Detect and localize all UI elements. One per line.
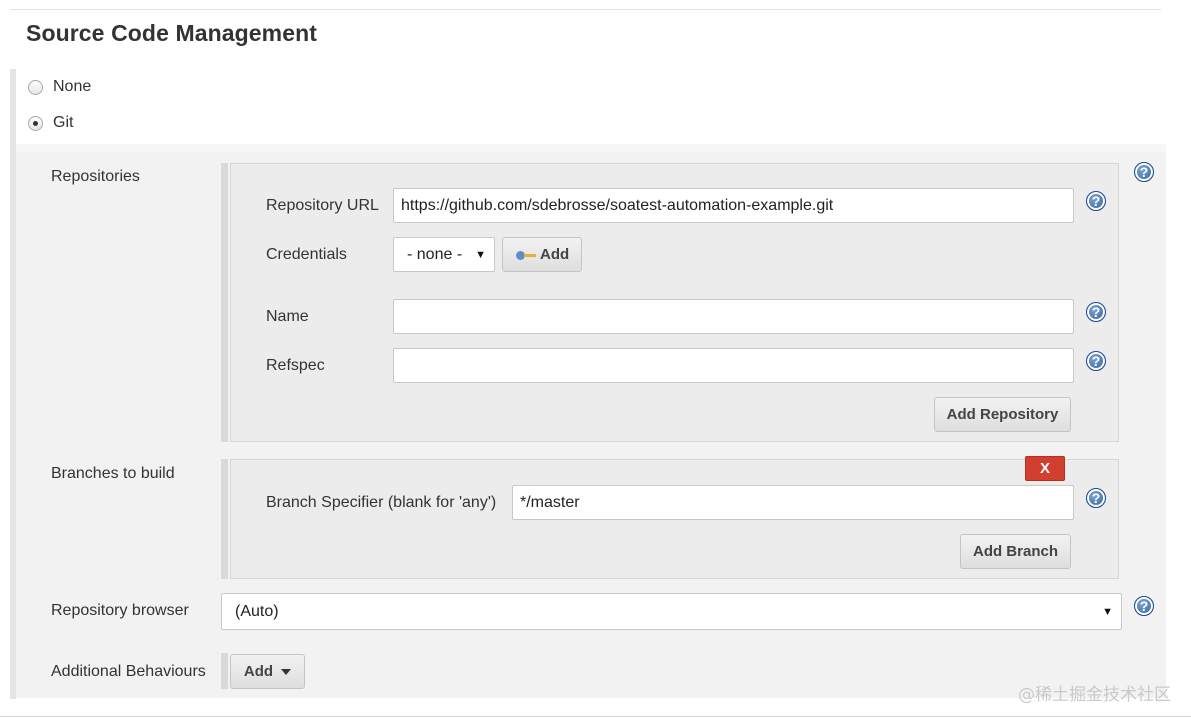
repositories-bar — [221, 163, 228, 442]
repository-browser-help-icon[interactable]: ? — [1134, 596, 1154, 616]
additional-behaviours-add-button[interactable]: Add — [230, 654, 305, 689]
key-icon — [516, 248, 538, 262]
branch-specifier-input[interactable]: */master — [512, 485, 1074, 520]
repositories-label: Repositories — [51, 168, 140, 185]
name-input[interactable] — [393, 299, 1074, 334]
add-repository-button[interactable]: Add Repository — [934, 397, 1071, 432]
repository-url-help-icon[interactable]: ? — [1086, 191, 1106, 211]
radio-none-label: None — [53, 78, 92, 95]
branches-bar — [221, 459, 228, 579]
branches-label: Branches to build — [51, 465, 175, 482]
branch-specifier-label: Branch Specifier (blank for 'any') — [266, 494, 497, 511]
git-panel-top — [16, 144, 1166, 152]
repository-url-label: Repository URL — [266, 197, 379, 214]
repository-browser-value: (Auto) — [235, 602, 279, 620]
credentials-select[interactable]: - none - ▼ — [393, 237, 495, 272]
bottom-divider — [0, 716, 1191, 717]
credentials-add-label: Add — [540, 246, 570, 263]
add-branch-button[interactable]: Add Branch — [960, 534, 1071, 569]
refspec-help-icon[interactable]: ? — [1086, 351, 1106, 371]
chevron-down-icon: ▼ — [1102, 605, 1113, 618]
section-title: Source Code Management — [26, 20, 318, 46]
additional-behaviours-label: Additional Behaviours — [51, 663, 206, 680]
additional-behaviours-add-label: Add — [243, 663, 274, 680]
delete-branch-button[interactable]: X — [1025, 456, 1065, 481]
repository-browser-select[interactable]: (Auto) ▼ — [221, 593, 1122, 630]
watermark: @稀土掘金技术社区 — [1018, 685, 1171, 705]
branch-specifier-help-icon[interactable]: ? — [1086, 488, 1106, 508]
top-divider — [10, 9, 1161, 10]
repositories-help-icon[interactable]: ? — [1134, 162, 1154, 182]
name-label: Name — [266, 308, 309, 325]
refspec-label: Refspec — [266, 357, 325, 374]
radio-none-row[interactable]: None — [28, 78, 91, 96]
credentials-select-value: - none - — [407, 245, 463, 263]
radio-none[interactable] — [28, 79, 43, 95]
radio-git-label: Git — [53, 114, 74, 131]
repository-browser-label: Repository browser — [51, 602, 189, 619]
refspec-input[interactable] — [393, 348, 1074, 383]
radio-git-row[interactable]: Git — [28, 114, 73, 132]
name-help-icon[interactable]: ? — [1086, 302, 1106, 322]
chevron-down-icon: ▼ — [475, 248, 486, 261]
credentials-add-button[interactable]: Add — [502, 237, 582, 272]
caret-down-icon — [281, 668, 292, 675]
repository-url-input[interactable]: https://github.com/sdebrosse/soatest-aut… — [393, 188, 1074, 223]
radio-git[interactable] — [28, 115, 43, 131]
additional-behaviours-bar — [221, 653, 228, 689]
credentials-label: Credentials — [266, 246, 347, 263]
